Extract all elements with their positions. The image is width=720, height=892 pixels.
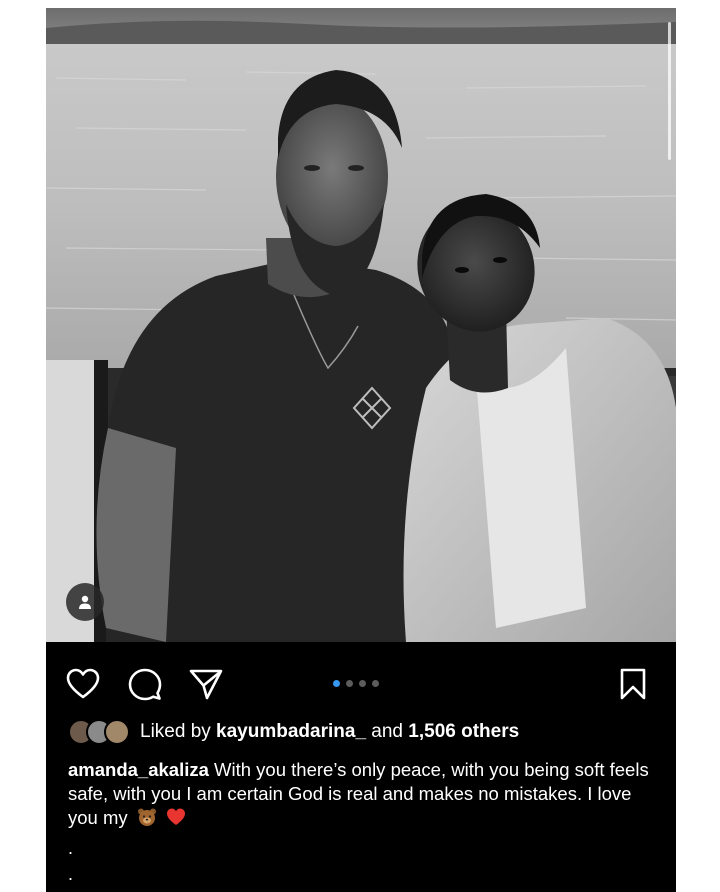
caption-line-dot: . bbox=[68, 838, 74, 858]
carousel-dot-active bbox=[333, 680, 340, 687]
red-heart-emoji bbox=[166, 807, 186, 833]
bear-face-emoji bbox=[137, 807, 157, 833]
person-tag-icon bbox=[79, 595, 91, 609]
tagged-people-button[interactable] bbox=[66, 583, 104, 621]
carousel-dot bbox=[346, 680, 353, 687]
likes-summary[interactable]: Liked by kayumbadarina_ and 1,506 others bbox=[68, 718, 519, 746]
paper-plane-icon bbox=[189, 669, 223, 700]
carousel-dots bbox=[333, 680, 379, 687]
instagram-post: Liked by kayumbadarina_ and 1,506 others… bbox=[46, 8, 676, 892]
caption-username[interactable]: amanda_akaliza bbox=[68, 759, 209, 780]
post-photo[interactable] bbox=[46, 8, 676, 642]
carousel-scroll-indicator bbox=[668, 22, 671, 160]
save-button[interactable] bbox=[614, 665, 652, 703]
liker-avatars bbox=[68, 719, 130, 745]
caption-line-dot: . bbox=[68, 864, 74, 884]
post-action-bar bbox=[46, 642, 676, 714]
likes-conjunction: and bbox=[366, 721, 409, 742]
comment-button[interactable] bbox=[126, 665, 164, 703]
carousel-dot bbox=[359, 680, 366, 687]
photo-couple-on-boat bbox=[46, 8, 676, 642]
avatar bbox=[104, 719, 130, 745]
likes-count[interactable]: 1,506 others bbox=[408, 721, 519, 743]
carousel-dot bbox=[372, 680, 379, 687]
bookmark-icon bbox=[620, 668, 646, 700]
post-caption: amanda_akaliza With you there’s only pea… bbox=[68, 758, 658, 833]
share-button[interactable] bbox=[187, 665, 225, 703]
likes-prefix: Liked by bbox=[140, 721, 217, 742]
heart-icon bbox=[66, 668, 100, 699]
like-button[interactable] bbox=[64, 665, 102, 703]
liked-by-username[interactable]: kayumbadarina_ bbox=[216, 721, 366, 743]
comment-icon bbox=[128, 668, 162, 701]
